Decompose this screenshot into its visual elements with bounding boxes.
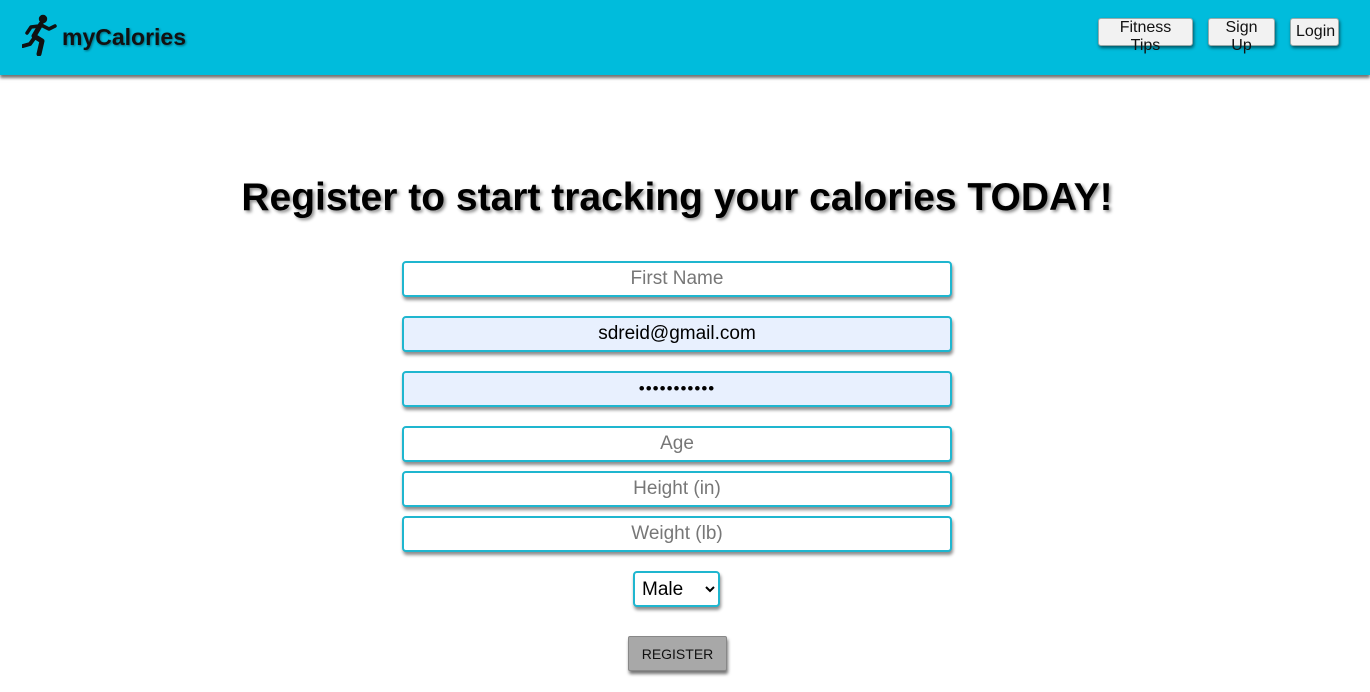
height-input[interactable] — [402, 471, 952, 507]
login-button[interactable]: Login — [1290, 18, 1339, 46]
brand-logo[interactable]: myCalories — [22, 14, 186, 56]
sign-up-button[interactable]: Sign Up — [1208, 18, 1275, 54]
running-person-icon — [22, 14, 57, 56]
page-headline: Register to start tracking your calories… — [241, 176, 1113, 219]
register-button[interactable]: REGISTER — [628, 636, 727, 671]
weight-input[interactable] — [402, 516, 952, 552]
first-name-input[interactable] — [402, 261, 952, 297]
email-input[interactable] — [402, 316, 952, 352]
password-input[interactable] — [402, 371, 952, 407]
top-navbar: myCalories Fitness Tips Sign Up Login — [0, 0, 1370, 75]
sex-select[interactable]: Male — [633, 571, 720, 607]
age-input[interactable] — [402, 426, 952, 462]
fitness-tips-button[interactable]: Fitness Tips — [1098, 18, 1193, 54]
brand-name: myCalories — [62, 23, 187, 50]
